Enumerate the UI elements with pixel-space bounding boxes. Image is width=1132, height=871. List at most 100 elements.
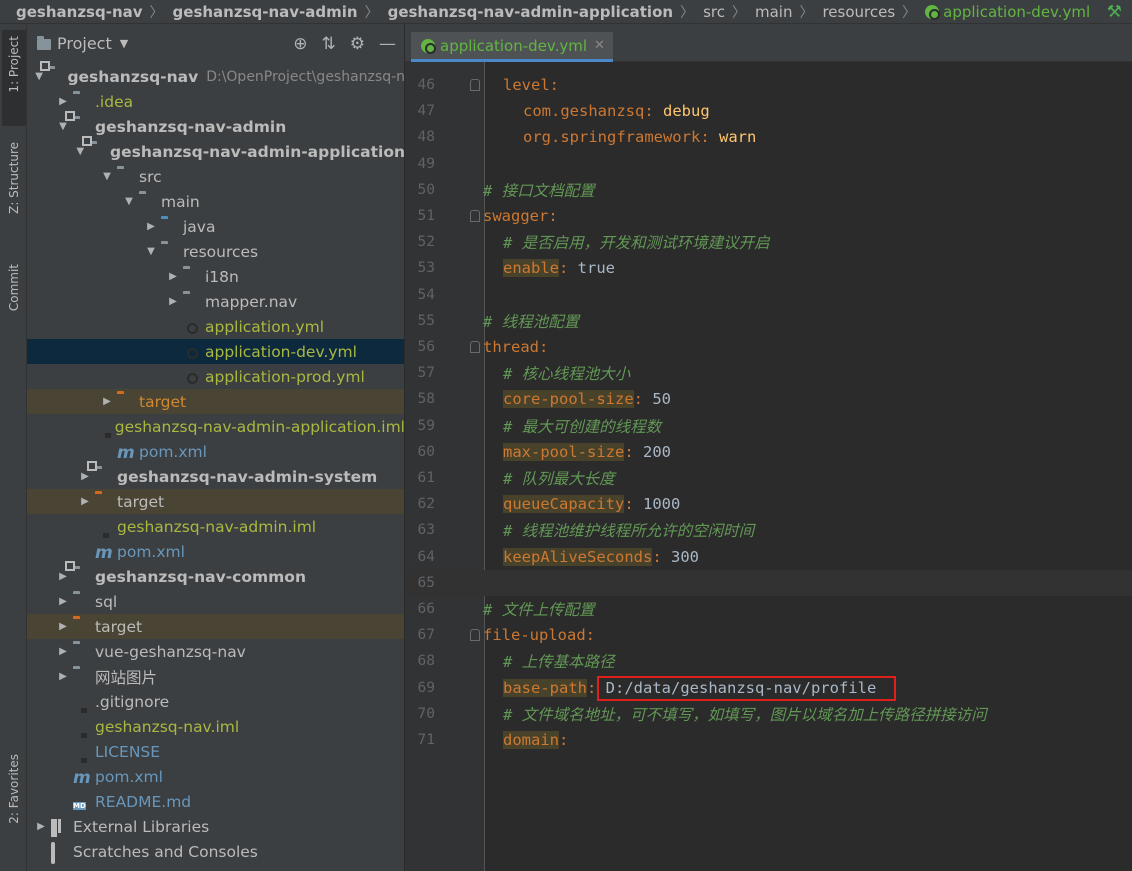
chevron-right-icon[interactable]: ▶	[55, 96, 71, 107]
tree-item[interactable]: m pom.xml	[27, 764, 404, 789]
project-view-selector[interactable]: Project	[57, 34, 112, 53]
code-line[interactable]: 67 file-upload:	[405, 622, 1132, 648]
chevron-down-icon[interactable]: ▼	[32, 71, 46, 82]
tree-item[interactable]: .gitignore	[27, 689, 404, 714]
tree-item[interactable]: ▼ resources	[27, 239, 404, 264]
tab-favorites[interactable]: 2: Favorites	[2, 754, 26, 824]
chevron-right-icon[interactable]: ▶	[33, 821, 49, 832]
code-line[interactable]: 47 com.geshanzsq: debug	[405, 98, 1132, 124]
tree-item[interactable]: ▼ geshanzsq-nav D:\OpenProject\geshanzsq-n	[27, 64, 404, 89]
code-line[interactable]: 53 enable: true	[405, 255, 1132, 281]
code-line[interactable]: 49	[405, 151, 1132, 177]
tree-item[interactable]: ▼ main	[27, 189, 404, 214]
code-line[interactable]: 68 # 上传基本路径	[405, 648, 1132, 674]
tree-item[interactable]: Scratches and Consoles	[27, 839, 404, 864]
breadcrumb-item[interactable]: geshanzsq-nav	[16, 3, 143, 21]
tree-item[interactable]: application-dev.yml	[27, 339, 404, 364]
build-hammer-icon[interactable]: ⚒	[1107, 2, 1122, 22]
code-line[interactable]: 48 org.springframework: warn	[405, 124, 1132, 150]
code-line[interactable]: 50 # 接口文档配置	[405, 177, 1132, 203]
tree-item[interactable]: ▶ target	[27, 614, 404, 639]
code-line[interactable]: 70 # 文件域名地址，可不填写，如填写，图片以域名加上传路径拼接访问	[405, 701, 1132, 727]
chevron-down-icon[interactable]: ▼	[120, 37, 128, 50]
tree-item[interactable]: m pom.xml	[27, 539, 404, 564]
chevron-right-icon[interactable]: ▶	[55, 621, 71, 632]
code-line[interactable]: 66 # 文件上传配置	[405, 596, 1132, 622]
fold-marker-icon[interactable]	[470, 79, 480, 91]
tree-item[interactable]: ▶ .idea	[27, 89, 404, 114]
close-icon[interactable]: ✕	[594, 38, 605, 53]
tree-item[interactable]: ▶ geshanzsq-nav-common	[27, 564, 404, 589]
chevron-right-icon[interactable]: ▶	[77, 496, 93, 507]
chevron-down-icon[interactable]: ▼	[121, 196, 137, 207]
code-line[interactable]: 71 domain:	[405, 727, 1132, 753]
tab-project[interactable]: 1: Project	[2, 30, 26, 126]
locate-icon[interactable]: ⊕	[293, 34, 307, 54]
breadcrumb-item[interactable]: application-dev.yml	[925, 3, 1090, 21]
code-line[interactable]: 51 swagger:	[405, 203, 1132, 229]
hide-icon[interactable]: —	[379, 34, 396, 54]
tree-item[interactable]: ▶ java	[27, 214, 404, 239]
chevron-down-icon[interactable]: ▼	[55, 121, 71, 132]
tree-item[interactable]: ▶ sql	[27, 589, 404, 614]
breadcrumb-item[interactable]: geshanzsq-nav-admin-application	[388, 3, 673, 21]
chevron-right-icon[interactable]: ▶	[77, 471, 93, 482]
code-line[interactable]: 59 # 最大可创建的线程数	[405, 413, 1132, 439]
code-line[interactable]: 61 # 队列最大长度	[405, 465, 1132, 491]
tree-item[interactable]: ▶ target	[27, 489, 404, 514]
code-line[interactable]: 64 keepAliveSeconds: 300	[405, 544, 1132, 570]
tree-item[interactable]: ▶ i18n	[27, 264, 404, 289]
tree-item[interactable]: ▶ target	[27, 389, 404, 414]
fold-marker-icon[interactable]	[470, 210, 480, 222]
code-line[interactable]: 62 queueCapacity: 1000	[405, 491, 1132, 517]
tab-commit[interactable]: Commit	[2, 264, 26, 311]
chevron-down-icon[interactable]: ▼	[73, 146, 88, 157]
tree-item[interactable]: geshanzsq-nav-admin.iml	[27, 514, 404, 539]
code-line[interactable]: 56 thread:	[405, 334, 1132, 360]
breadcrumb-item[interactable]: main	[755, 3, 792, 21]
chevron-right-icon[interactable]: ▶	[165, 296, 181, 307]
tree-item[interactable]: ▼ geshanzsq-nav-admin-application	[27, 139, 404, 164]
tab-structure[interactable]: Z: Structure	[2, 142, 26, 214]
tree-item[interactable]: ▶ External Libraries	[27, 814, 404, 839]
chevron-down-icon[interactable]: ▼	[99, 171, 115, 182]
tree-item[interactable]: ▶ mapper.nav	[27, 289, 404, 314]
chevron-right-icon[interactable]: ▶	[55, 596, 71, 607]
code-line[interactable]: 63 # 线程池维护线程所允许的空闲时间	[405, 517, 1132, 543]
tree-item[interactable]: LICENSE	[27, 739, 404, 764]
chevron-right-icon[interactable]: ▶	[165, 271, 181, 282]
tree-item[interactable]: ▶ geshanzsq-nav-admin-system	[27, 464, 404, 489]
gear-icon[interactable]: ⚙	[350, 34, 365, 54]
chevron-right-icon[interactable]: ▶	[143, 221, 159, 232]
tree-item[interactable]: ▶ 网站图片	[27, 664, 404, 689]
code-area[interactable]: 46 level: 47 com.geshanzsq: debug 48 org.spri…	[405, 62, 1132, 871]
code-line[interactable]: 65	[405, 569, 1132, 596]
code-line[interactable]: 55 # 线程池配置	[405, 308, 1132, 334]
tree-item[interactable]: application-prod.yml	[27, 364, 404, 389]
breadcrumb-item[interactable]: geshanzsq-nav-admin	[173, 3, 358, 21]
breadcrumb-item[interactable]: src	[703, 3, 725, 21]
code-line[interactable]: 52 # 是否启用，开发和测试环境建议开启	[405, 229, 1132, 255]
fold-marker-icon[interactable]	[470, 629, 480, 642]
tree-item[interactable]: geshanzsq-nav-admin-application.iml	[27, 414, 404, 439]
editor-tab-active[interactable]: application-dev.yml ✕	[411, 32, 613, 62]
collapse-all-icon[interactable]: ⇅	[322, 34, 336, 54]
code-line[interactable]: 46 level:	[405, 72, 1132, 98]
chevron-down-icon[interactable]: ▼	[143, 246, 159, 257]
chevron-right-icon[interactable]: ▶	[99, 396, 115, 407]
tree-item[interactable]: MD README.md	[27, 789, 404, 814]
code-line[interactable]: 54	[405, 282, 1132, 308]
code-line[interactable]: 57 # 核心线程池大小	[405, 360, 1132, 386]
breadcrumb-item[interactable]: resources	[822, 3, 895, 21]
chevron-right-icon[interactable]: ▶	[55, 646, 71, 657]
tree-item[interactable]: application.yml	[27, 314, 404, 339]
tree-item[interactable]: ▼ src	[27, 164, 404, 189]
tree-item[interactable]: ▶ vue-geshanzsq-nav	[27, 639, 404, 664]
fold-marker-icon[interactable]	[470, 341, 480, 353]
code-line[interactable]: 60 max-pool-size: 200	[405, 439, 1132, 465]
tree-item[interactable]: geshanzsq-nav.iml	[27, 714, 404, 739]
code-line[interactable]: 58 core-pool-size: 50	[405, 386, 1132, 412]
tree-item[interactable]: m pom.xml	[27, 439, 404, 464]
chevron-right-icon[interactable]: ▶	[55, 671, 71, 682]
chevron-right-icon[interactable]: ▶	[55, 571, 71, 582]
